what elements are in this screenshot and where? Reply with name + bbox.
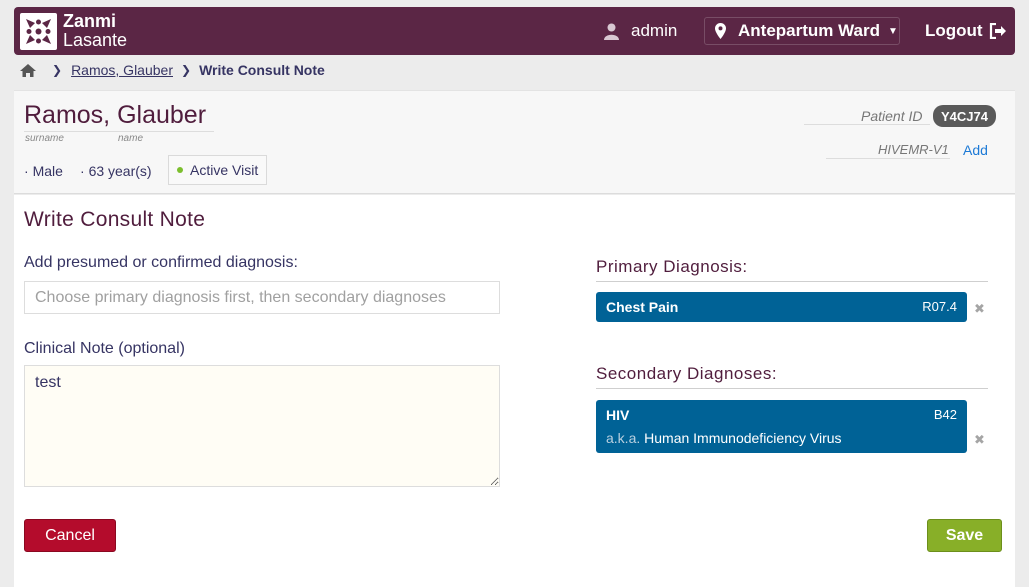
diagnosis-search-input[interactable]	[24, 281, 500, 314]
logo-text-line2: Lasante	[63, 30, 128, 50]
clinical-note-textarea[interactable]: test	[24, 365, 500, 487]
patient-name: Ramos, Glauber	[24, 101, 207, 129]
patient-header: Ramos, Glauber surname name · Male · 63 …	[14, 90, 1015, 194]
patient-id-badge: Y4CJ74	[933, 105, 996, 127]
primary-diagnosis-item: Chest Pain R07.4	[596, 292, 967, 322]
user-menu[interactable]: admin	[604, 7, 677, 55]
patient-id-underline	[804, 124, 930, 125]
location-label: Antepartum Ward	[738, 21, 880, 40]
diagnosis-name: Chest Pain	[606, 299, 679, 315]
patient-id-label: Patient ID	[861, 108, 923, 124]
logout-label: Logout	[925, 21, 983, 40]
map-marker-icon	[715, 23, 726, 39]
diagnosis-name: HIV	[606, 407, 630, 423]
save-button[interactable]: Save	[927, 519, 1002, 552]
remove-icon[interactable]: ✖	[974, 301, 985, 317]
breadcrumb-patient-link[interactable]: Ramos, Glauber	[71, 62, 173, 78]
location-selector[interactable]: Antepartum Ward ▼	[704, 17, 900, 45]
secondary-divider	[596, 388, 988, 389]
page-title: Write Consult Note	[24, 208, 206, 231]
home-icon[interactable]	[20, 63, 36, 77]
consult-note-form: Write Consult Note Add presumed or confi…	[14, 195, 1015, 587]
patient-gender: · Male	[24, 163, 63, 179]
patient-age: · 63 year(s)	[80, 163, 152, 179]
secondary-diagnosis-item: HIV B42 a.k.a. Human Immunodeficiency Vi…	[596, 400, 967, 453]
logo-icon	[20, 12, 57, 50]
name-underline	[24, 131, 214, 132]
clinical-note-label: Clinical Note (optional)	[24, 340, 185, 357]
given-name-label: name	[118, 133, 144, 144]
visit-status-label: Active Visit	[190, 162, 259, 178]
status-dot-icon	[177, 167, 183, 173]
breadcrumb: ❯ Ramos, Glauber ❯ Write Consult Note	[20, 61, 325, 79]
diagnosis-code: B42	[933, 407, 957, 422]
remove-icon[interactable]: ✖	[974, 432, 985, 448]
chevron-right-icon: ❯	[52, 63, 63, 77]
chevron-right-icon: ❯	[181, 63, 192, 77]
surname-label: surname	[25, 133, 64, 144]
cancel-button[interactable]: Cancel	[24, 519, 116, 552]
top-header: Zanmi Lasante admin Antepartum Ward ▼ Lo…	[14, 7, 1015, 55]
diagnosis-label: Add presumed or confirmed diagnosis:	[24, 254, 298, 271]
app-logo[interactable]: Zanmi Lasante	[20, 12, 127, 50]
hivemr-id-label: HIVEMR-V1	[878, 142, 949, 157]
logo-text-line1: Zanmi	[63, 11, 117, 31]
user-icon	[604, 23, 619, 40]
add-identifier-link[interactable]: Add	[963, 142, 988, 158]
username: admin	[631, 21, 678, 40]
primary-diagnosis-title: Primary Diagnosis:	[596, 257, 748, 276]
sign-out-icon	[989, 23, 1006, 39]
primary-divider	[596, 281, 988, 282]
diagnosis-synonym: a.k.a. Human Immunodeficiency Virus	[606, 430, 842, 446]
secondary-diagnoses-title: Secondary Diagnoses:	[596, 364, 778, 383]
active-visit-badge[interactable]: Active Visit	[168, 155, 267, 185]
logout-link[interactable]: Logout	[925, 7, 1007, 55]
caret-down-icon: ▼	[888, 25, 898, 37]
hivemr-underline	[826, 158, 950, 159]
breadcrumb-current: Write Consult Note	[199, 62, 325, 78]
diagnosis-code: R07.4	[922, 299, 957, 314]
